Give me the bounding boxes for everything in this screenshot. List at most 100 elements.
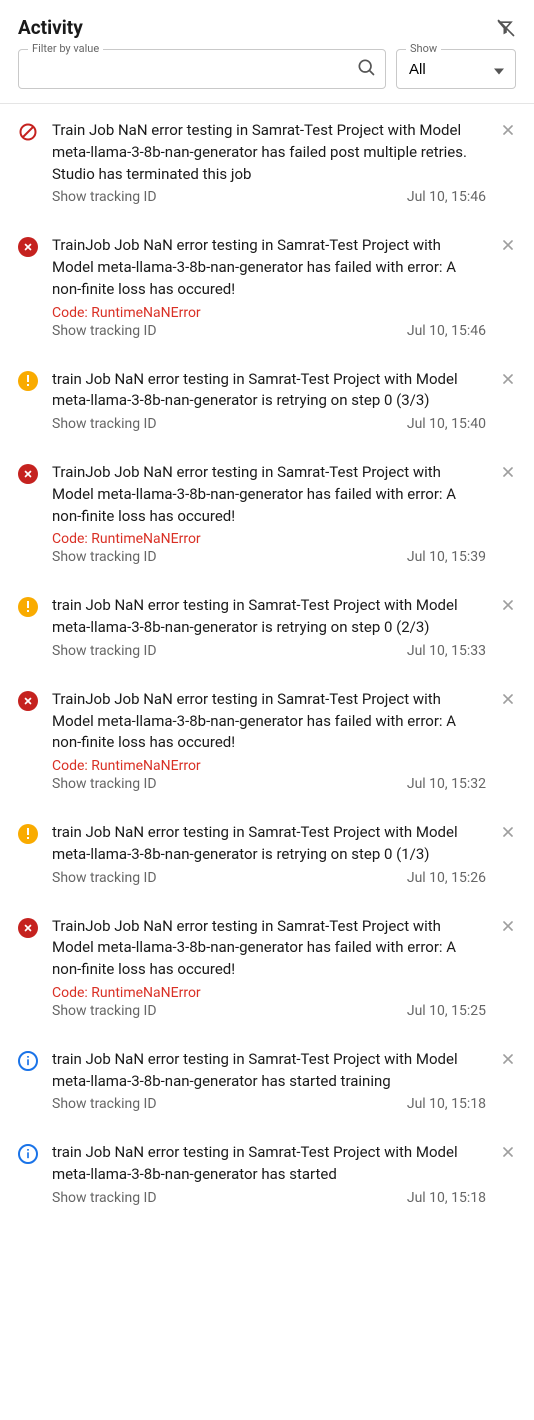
activity-message: TrainJob Job NaN error testing in Samrat…: [52, 689, 486, 754]
dismiss-button[interactable]: [500, 918, 516, 938]
show-tracking-id-link[interactable]: Show tracking ID: [52, 776, 157, 792]
activity-body: train Job NaN error testing in Samrat-Te…: [52, 822, 486, 886]
filter-input[interactable]: [18, 49, 386, 89]
dismiss-button[interactable]: [500, 122, 516, 142]
filter-field: Filter by value: [18, 49, 386, 89]
activity-body: train Job NaN error testing in Samrat-Te…: [52, 1049, 486, 1113]
status-icon: [18, 122, 38, 142]
show-tracking-id-link[interactable]: Show tracking ID: [52, 1003, 157, 1019]
close-icon: [500, 691, 516, 707]
activity-body: TrainJob Job NaN error testing in Samrat…: [52, 916, 486, 1019]
show-tracking-id-link[interactable]: Show tracking ID: [52, 643, 157, 659]
status-icon: [18, 464, 38, 484]
activity-item: train Job NaN error testing in Samrat-Te…: [0, 1126, 534, 1220]
activity-message: train Job NaN error testing in Samrat-Te…: [52, 369, 486, 413]
status-icon: [18, 1051, 38, 1071]
show-tracking-id-link[interactable]: Show tracking ID: [52, 1096, 157, 1112]
activity-item: TrainJob Job NaN error testing in Samrat…: [0, 673, 534, 806]
activity-footer: Show tracking ID Jul 10, 15:18: [52, 1096, 486, 1112]
dismiss-button[interactable]: [500, 1144, 516, 1164]
show-tracking-id-link[interactable]: Show tracking ID: [52, 323, 157, 339]
activity-item: TrainJob Job NaN error testing in Samrat…: [0, 900, 534, 1033]
activity-body: Train Job NaN error testing in Samrat-Te…: [52, 120, 486, 205]
dismiss-button[interactable]: [500, 237, 516, 257]
dismiss-button[interactable]: [500, 691, 516, 711]
activity-body: TrainJob Job NaN error testing in Samrat…: [52, 462, 486, 565]
activity-message: train Job NaN error testing in Samrat-Te…: [52, 822, 486, 866]
activity-footer: Show tracking ID Jul 10, 15:25: [52, 1003, 486, 1019]
activity-body: train Job NaN error testing in Samrat-Te…: [52, 595, 486, 659]
activity-list: Train Job NaN error testing in Samrat-Te…: [0, 104, 534, 1220]
error-icon: [18, 237, 38, 257]
forbid-icon: [18, 121, 38, 143]
dismiss-button[interactable]: [500, 597, 516, 617]
show-tracking-id-link[interactable]: Show tracking ID: [52, 416, 157, 432]
show-tracking-id-link[interactable]: Show tracking ID: [52, 870, 157, 886]
status-icon: [18, 918, 38, 938]
show-select[interactable]: All: [396, 49, 516, 89]
activity-code: Code: RuntimeNaNError: [52, 531, 486, 547]
activity-message: TrainJob Job NaN error testing in Samrat…: [52, 916, 486, 981]
show-tracking-id-link[interactable]: Show tracking ID: [52, 549, 157, 565]
close-icon: [500, 237, 516, 253]
activity-timestamp: Jul 10, 15:33: [407, 643, 486, 659]
activity-footer: Show tracking ID Jul 10, 15:39: [52, 549, 486, 565]
activity-timestamp: Jul 10, 15:18: [407, 1096, 486, 1112]
status-icon: [18, 824, 38, 844]
show-tracking-id-link[interactable]: Show tracking ID: [52, 189, 157, 205]
warning-icon: [18, 371, 38, 391]
dismiss-button[interactable]: [500, 1051, 516, 1071]
activity-timestamp: Jul 10, 15:40: [407, 416, 486, 432]
activity-timestamp: Jul 10, 15:46: [407, 323, 486, 339]
dismiss-button[interactable]: [500, 464, 516, 484]
controls-row: Filter by value Show All: [0, 49, 534, 104]
info-icon: [18, 1144, 38, 1164]
show-legend: Show: [406, 42, 441, 55]
activity-message: train Job NaN error testing in Samrat-Te…: [52, 1142, 486, 1186]
activity-item: train Job NaN error testing in Samrat-Te…: [0, 353, 534, 447]
activity-message: train Job NaN error testing in Samrat-Te…: [52, 595, 486, 639]
close-icon: [500, 464, 516, 480]
close-icon: [500, 597, 516, 613]
activity-timestamp: Jul 10, 15:18: [407, 1190, 486, 1206]
error-icon: [18, 691, 38, 711]
close-icon: [500, 122, 516, 138]
filter-off-button[interactable]: [496, 18, 516, 38]
activity-message: train Job NaN error testing in Samrat-Te…: [52, 1049, 486, 1093]
activity-footer: Show tracking ID Jul 10, 15:46: [52, 189, 486, 205]
close-icon: [500, 371, 516, 387]
filter-off-icon: [496, 18, 516, 38]
close-icon: [500, 918, 516, 934]
activity-timestamp: Jul 10, 15:32: [407, 776, 486, 792]
activity-footer: Show tracking ID Jul 10, 15:33: [52, 643, 486, 659]
activity-item: Train Job NaN error testing in Samrat-Te…: [0, 104, 534, 219]
status-icon: [18, 371, 38, 391]
activity-message: Train Job NaN error testing in Samrat-Te…: [52, 120, 486, 185]
search-icon[interactable]: [356, 57, 376, 81]
activity-item: train Job NaN error testing in Samrat-Te…: [0, 1033, 534, 1127]
close-icon: [500, 824, 516, 840]
activity-body: train Job NaN error testing in Samrat-Te…: [52, 1142, 486, 1206]
activity-item: train Job NaN error testing in Samrat-Te…: [0, 579, 534, 673]
activity-message: TrainJob Job NaN error testing in Samrat…: [52, 462, 486, 527]
dismiss-button[interactable]: [500, 824, 516, 844]
activity-footer: Show tracking ID Jul 10, 15:26: [52, 870, 486, 886]
warning-icon: [18, 597, 38, 617]
activity-code: Code: RuntimeNaNError: [52, 305, 486, 321]
activity-footer: Show tracking ID Jul 10, 15:40: [52, 416, 486, 432]
show-tracking-id-link[interactable]: Show tracking ID: [52, 1190, 157, 1206]
activity-item: TrainJob Job NaN error testing in Samrat…: [0, 219, 534, 352]
activity-timestamp: Jul 10, 15:26: [407, 870, 486, 886]
close-icon: [500, 1051, 516, 1067]
dismiss-button[interactable]: [500, 371, 516, 391]
status-icon: [18, 597, 38, 617]
status-icon: [18, 1144, 38, 1164]
activity-footer: Show tracking ID Jul 10, 15:18: [52, 1190, 486, 1206]
activity-code: Code: RuntimeNaNError: [52, 985, 486, 1001]
page-title: Activity: [18, 16, 83, 39]
activity-body: TrainJob Job NaN error testing in Samrat…: [52, 689, 486, 792]
activity-item: train Job NaN error testing in Samrat-Te…: [0, 806, 534, 900]
activity-timestamp: Jul 10, 15:46: [407, 189, 486, 205]
activity-code: Code: RuntimeNaNError: [52, 758, 486, 774]
activity-item: TrainJob Job NaN error testing in Samrat…: [0, 446, 534, 579]
